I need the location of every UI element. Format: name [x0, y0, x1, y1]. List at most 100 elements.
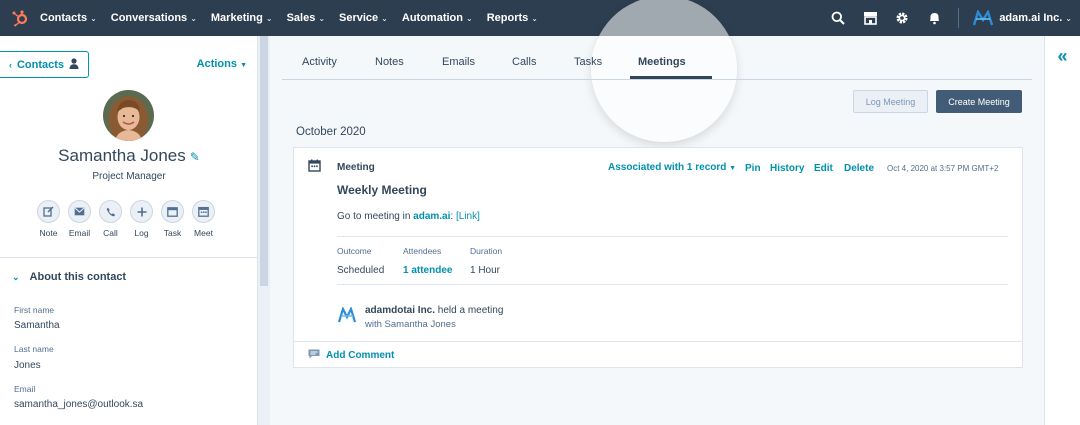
- chevron-down-icon: ⌄: [265, 13, 273, 23]
- email-icon: [68, 200, 91, 223]
- email-label: Email: [14, 384, 36, 394]
- chevron-left-icon: ‹: [8, 59, 12, 70]
- search-icon[interactable]: [822, 0, 854, 36]
- quick-action-note[interactable]: Note: [36, 200, 61, 238]
- activity-tabs: Activity Notes Emails Calls Tasks Meetin…: [282, 36, 1032, 80]
- calendar-icon: [308, 159, 321, 177]
- create-meeting-button[interactable]: Create Meeting: [936, 90, 1022, 113]
- edit-button[interactable]: Edit: [814, 163, 833, 174]
- timeline-month-heading: October 2020: [296, 126, 366, 138]
- contact-name: Samantha Jones ✎: [58, 146, 200, 165]
- quick-actions: Note Email Call Log Task Meet: [36, 200, 216, 238]
- active-tab-indicator: [630, 76, 712, 79]
- last-name-label: Last name: [14, 344, 54, 354]
- duration-value[interactable]: 1 Hour: [470, 265, 500, 276]
- meeting-title[interactable]: Weekly Meeting: [337, 183, 427, 197]
- marketplace-icon[interactable]: [854, 0, 886, 36]
- adam-ai-logo-icon: [967, 0, 999, 36]
- task-icon: [161, 200, 184, 223]
- organizer-line: adamdotai Inc. held a meeting: [365, 305, 504, 316]
- card-divider: [337, 236, 1008, 237]
- card-footer-divider: [294, 341, 1022, 342]
- quick-action-task[interactable]: Task: [160, 200, 185, 238]
- attendees-value[interactable]: 1 attendee: [403, 265, 452, 276]
- tab-activity[interactable]: Activity: [302, 56, 337, 68]
- history-button[interactable]: History: [770, 163, 804, 174]
- nav-service[interactable]: Service ⌄: [339, 12, 388, 24]
- scrollbar-thumb[interactable]: [260, 36, 268, 286]
- note-icon: [37, 200, 60, 223]
- tab-emails[interactable]: Emails: [442, 56, 475, 68]
- tab-calls[interactable]: Calls: [512, 56, 536, 68]
- right-sidebar-collapsed: «: [1044, 36, 1080, 425]
- gear-icon[interactable]: [886, 0, 918, 36]
- email-value[interactable]: samantha_jones@outlook.sa: [14, 399, 143, 410]
- phone-icon: [99, 200, 122, 223]
- about-this-contact-toggle[interactable]: ⌄ About this contact: [12, 271, 126, 283]
- tab-meetings[interactable]: Meetings: [638, 56, 686, 68]
- person-icon: [69, 57, 79, 72]
- associations-dropdown[interactable]: Associated with 1 record ▼: [608, 162, 736, 173]
- meeting-description: Go to meeting in adam.ai: [Link]: [337, 211, 480, 222]
- contact-sidebar: ‹ Contacts Actions ▼ Samantha Jones ✎ Pro…: [0, 36, 258, 425]
- last-name-value[interactable]: Jones: [14, 360, 41, 371]
- sidebar-scrollbar[interactable]: [258, 36, 270, 425]
- activity-type-label: Meeting: [337, 162, 375, 173]
- avatar: [103, 90, 154, 141]
- account-menu[interactable]: adam.ai Inc. ⌄: [999, 12, 1072, 24]
- nav-conversations[interactable]: Conversations ⌄: [111, 12, 197, 24]
- chevron-down-icon: ⌄: [381, 13, 388, 23]
- main-timeline-area: Activity Notes Emails Calls Tasks Meetin…: [270, 0, 1044, 425]
- chevron-down-icon: ⌄: [531, 13, 538, 23]
- bell-icon[interactable]: [918, 0, 950, 36]
- tab-notes[interactable]: Notes: [375, 56, 404, 68]
- nav-automation[interactable]: Automation ⌄: [402, 12, 473, 24]
- chevron-down-icon: ⌄: [1065, 13, 1072, 23]
- pin-button[interactable]: Pin: [745, 163, 761, 174]
- meeting-link[interactable]: [Link]: [456, 211, 480, 222]
- back-to-contacts-button[interactable]: ‹ Contacts: [0, 51, 89, 78]
- pencil-edit-icon[interactable]: ✎: [190, 150, 200, 164]
- quick-action-meet[interactable]: Meet: [191, 200, 216, 238]
- chevron-down-icon: ⌄: [90, 13, 97, 23]
- caret-down-icon: ▼: [240, 62, 247, 69]
- add-comment-button[interactable]: Add Comment: [308, 349, 394, 362]
- plus-icon: [130, 200, 153, 223]
- quick-action-call[interactable]: Call: [98, 200, 123, 238]
- chevron-down-icon: ⌄: [318, 13, 326, 23]
- tab-tasks[interactable]: Tasks: [574, 56, 602, 68]
- attendees-label: Attendees: [403, 246, 442, 256]
- adam-ai-link[interactable]: adam.ai: [413, 211, 450, 222]
- outcome-label: Outcome: [337, 246, 372, 256]
- quick-action-email[interactable]: Email: [67, 200, 92, 238]
- nav-reports[interactable]: Reports ⌄: [487, 12, 538, 24]
- comment-icon: [308, 349, 320, 362]
- nav-sales[interactable]: Sales ⌄: [287, 12, 325, 24]
- meeting-with-contact: with Samantha Jones: [365, 319, 456, 330]
- activity-timestamp: Oct 4, 2020 at 3:57 PM GMT+2: [887, 164, 999, 173]
- section-divider: [0, 257, 257, 258]
- calendar-icon: [192, 200, 215, 223]
- hubspot-logo-icon[interactable]: [0, 0, 40, 36]
- nav-contacts[interactable]: Contacts ⌄: [40, 12, 97, 24]
- delete-button[interactable]: Delete: [844, 163, 874, 174]
- chevron-down-icon: ⌄: [465, 13, 473, 23]
- outcome-value[interactable]: Scheduled: [337, 265, 384, 276]
- chevron-down-icon: ⌄: [190, 13, 197, 23]
- nav-separator: [958, 8, 960, 28]
- caret-down-icon: ▼: [729, 165, 737, 172]
- chevron-down-icon: ⌄: [12, 271, 20, 282]
- contact-job-title: Project Manager: [92, 171, 166, 182]
- meeting-card: Meeting Associated with 1 record ▼ Pin H…: [293, 147, 1023, 368]
- log-meeting-button[interactable]: Log Meeting: [853, 90, 928, 113]
- first-name-value[interactable]: Samantha: [14, 320, 60, 331]
- nav-marketing[interactable]: Marketing ⌄: [211, 12, 273, 24]
- adam-ai-logo-icon: [337, 306, 357, 328]
- quick-action-log[interactable]: Log: [129, 200, 154, 238]
- double-chevron-left-icon[interactable]: «: [1057, 46, 1067, 425]
- first-name-label: First name: [14, 305, 55, 315]
- card-divider: [337, 284, 1008, 285]
- top-navigation-bar: Contacts ⌄ Conversations ⌄ Marketing ⌄ Sale…: [0, 0, 1080, 36]
- duration-label: Duration: [470, 246, 503, 256]
- actions-dropdown[interactable]: Actions ▼: [197, 58, 247, 70]
